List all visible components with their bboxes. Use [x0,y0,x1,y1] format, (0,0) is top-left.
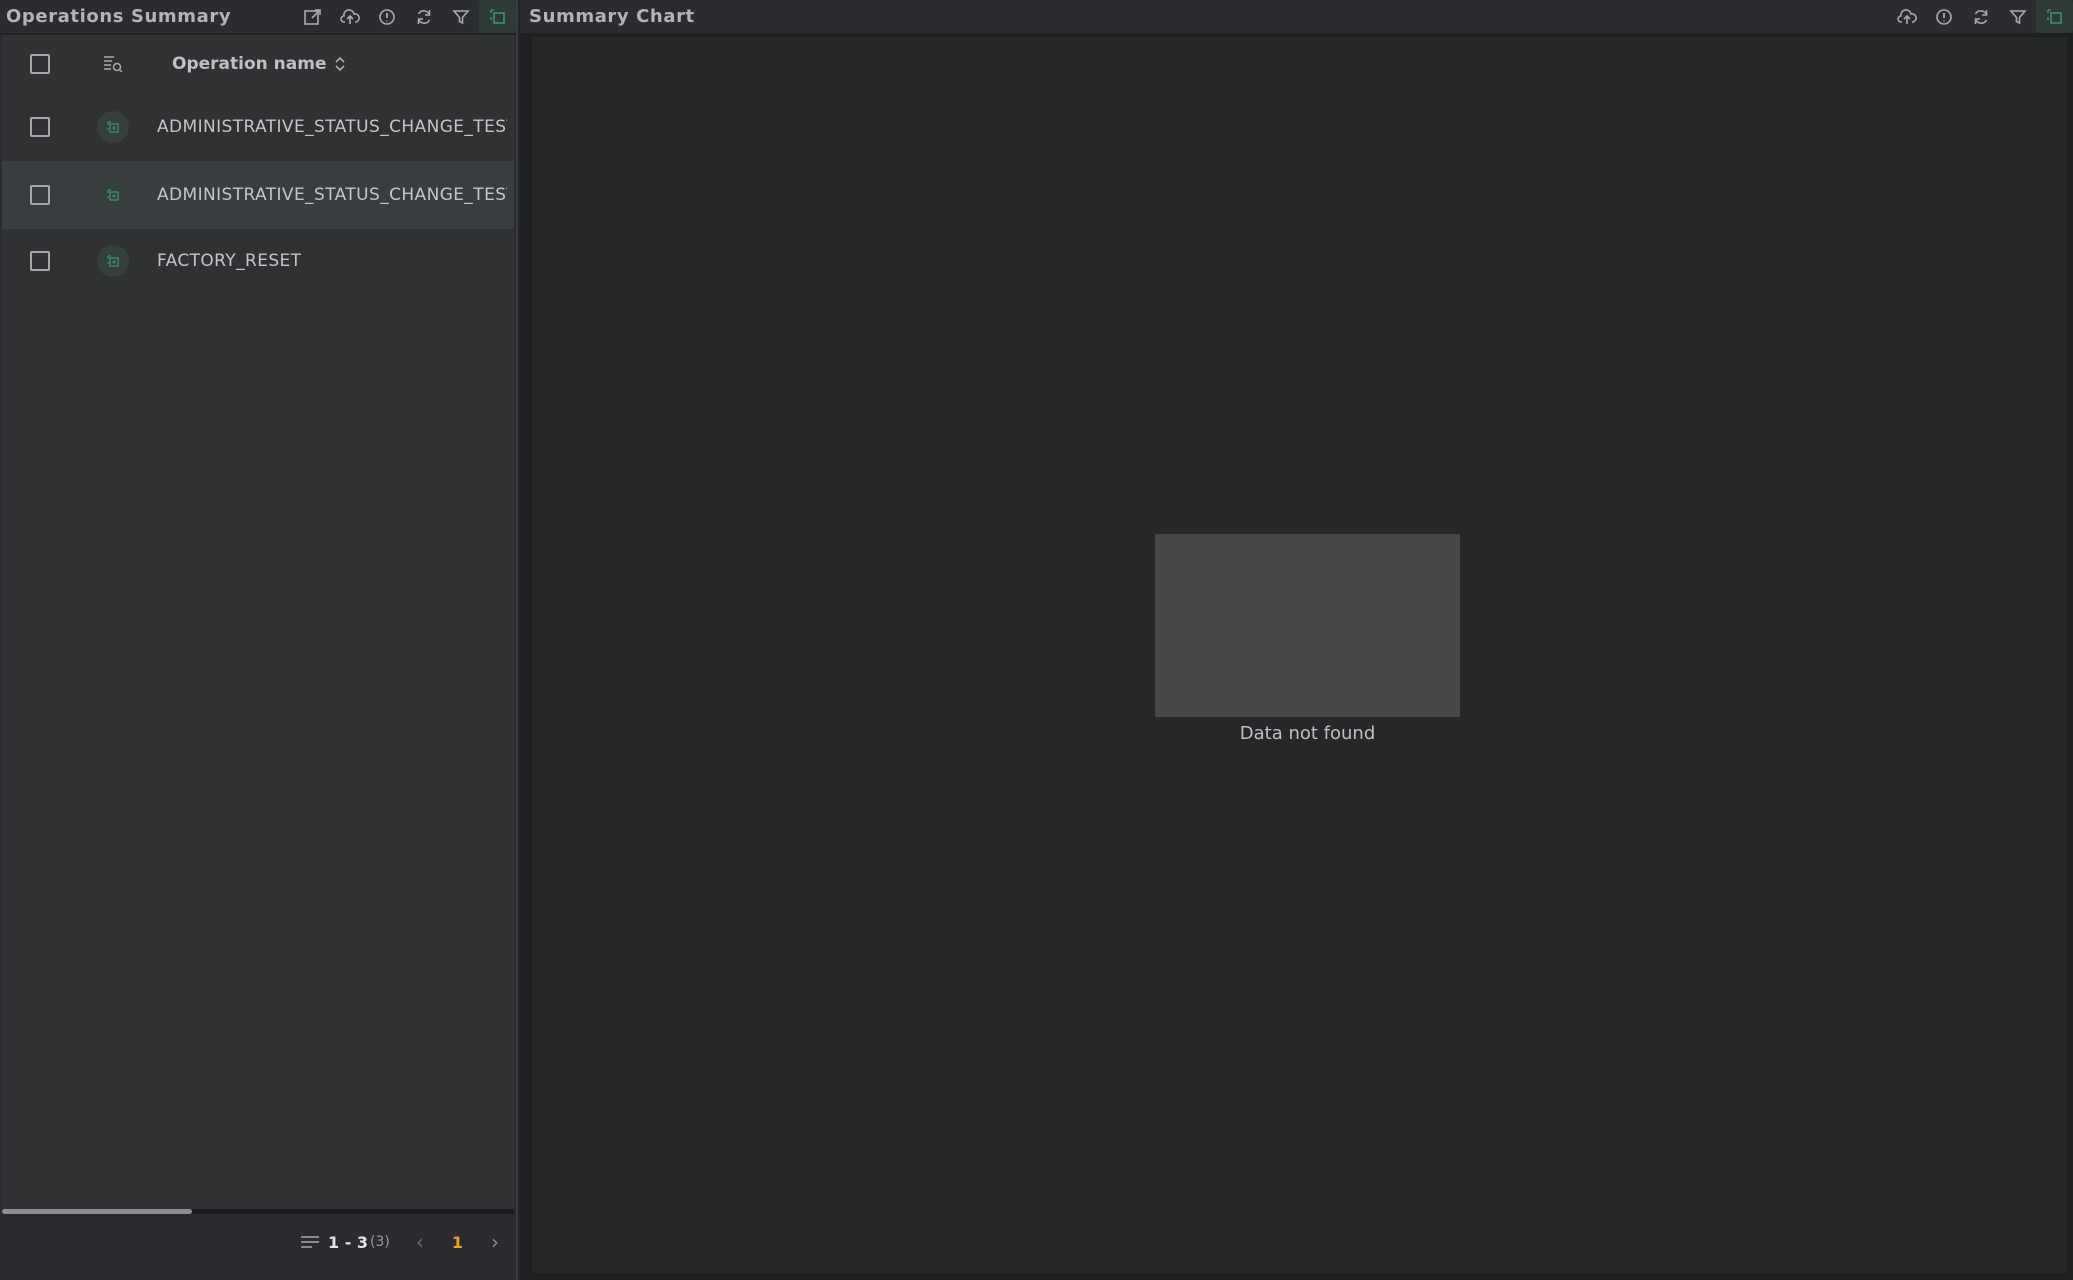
upload-icon[interactable] [1888,0,1925,33]
scrollbar-thumb[interactable] [2,1209,192,1214]
operation-name: FACTORY_RESET [157,251,302,271]
operation-name: ADMINISTRATIVE_STATUS_CHANGE_TEST [157,117,507,137]
expand-icon[interactable] [479,0,516,33]
pagination: 1 - 3 (3) ‹ 1 › [300,1228,499,1256]
operation-type-icon [97,245,129,277]
operations-table: Operation name ADMINISTRATIVE_STATUS_CHA… [2,35,514,1212]
table-row[interactable]: ADMINISTRATIVE_STATUS_CHANGE_TEST [2,93,514,161]
select-all-checkbox[interactable] [30,54,50,74]
column-search-icon[interactable] [102,53,124,75]
panel-header: Operations Summary [0,0,516,35]
info-icon[interactable] [368,0,405,33]
operation-type-icon [97,111,129,143]
panel-title: Operations Summary [6,6,232,27]
filter-icon[interactable] [442,0,479,33]
panel-header: Summary Chart [520,0,2073,35]
sort-icon[interactable] [334,55,346,73]
table-row[interactable]: FACTORY_RESET [2,227,514,295]
column-header-operation-name[interactable]: Operation name [172,54,346,74]
column-header-label: Operation name [172,54,327,74]
header-toolbar [1888,0,2073,33]
chevron-left-icon[interactable]: ‹ [416,1230,424,1254]
info-icon[interactable] [1925,0,1962,33]
panel-title: Summary Chart [529,6,695,27]
rows-per-page-icon[interactable] [300,1235,320,1249]
summary-chart-panel: Summary Chart Data not found [520,0,2073,1280]
refresh-icon[interactable] [1962,0,1999,33]
header-toolbar [294,0,516,33]
pagination-range: 1 - 3 [328,1232,369,1252]
chart-area: Data not found [532,37,2067,1273]
refresh-icon[interactable] [405,0,442,33]
filter-icon[interactable] [1999,0,2036,33]
operation-type-icon [97,179,129,211]
export-icon[interactable] [294,0,331,33]
chevron-right-icon[interactable]: › [491,1230,499,1254]
expand-icon[interactable] [2036,0,2073,33]
row-checkbox[interactable] [30,117,50,137]
table-row[interactable]: ADMINISTRATIVE_STATUS_CHANGE_TEST [2,161,514,229]
operations-summary-panel: Operations Summary Operation name ADMINI… [0,0,518,1280]
pagination-total: (3) [370,1234,390,1250]
upload-icon[interactable] [331,0,368,33]
empty-state-message: Data not found [1239,723,1376,744]
table-header: Operation name [2,35,514,93]
empty-state-image [1155,534,1460,717]
operation-name: ADMINISTRATIVE_STATUS_CHANGE_TEST [157,185,507,205]
current-page[interactable]: 1 [452,1233,463,1252]
row-checkbox[interactable] [30,185,50,205]
row-checkbox[interactable] [30,251,50,271]
horizontal-scrollbar[interactable] [2,1209,514,1214]
